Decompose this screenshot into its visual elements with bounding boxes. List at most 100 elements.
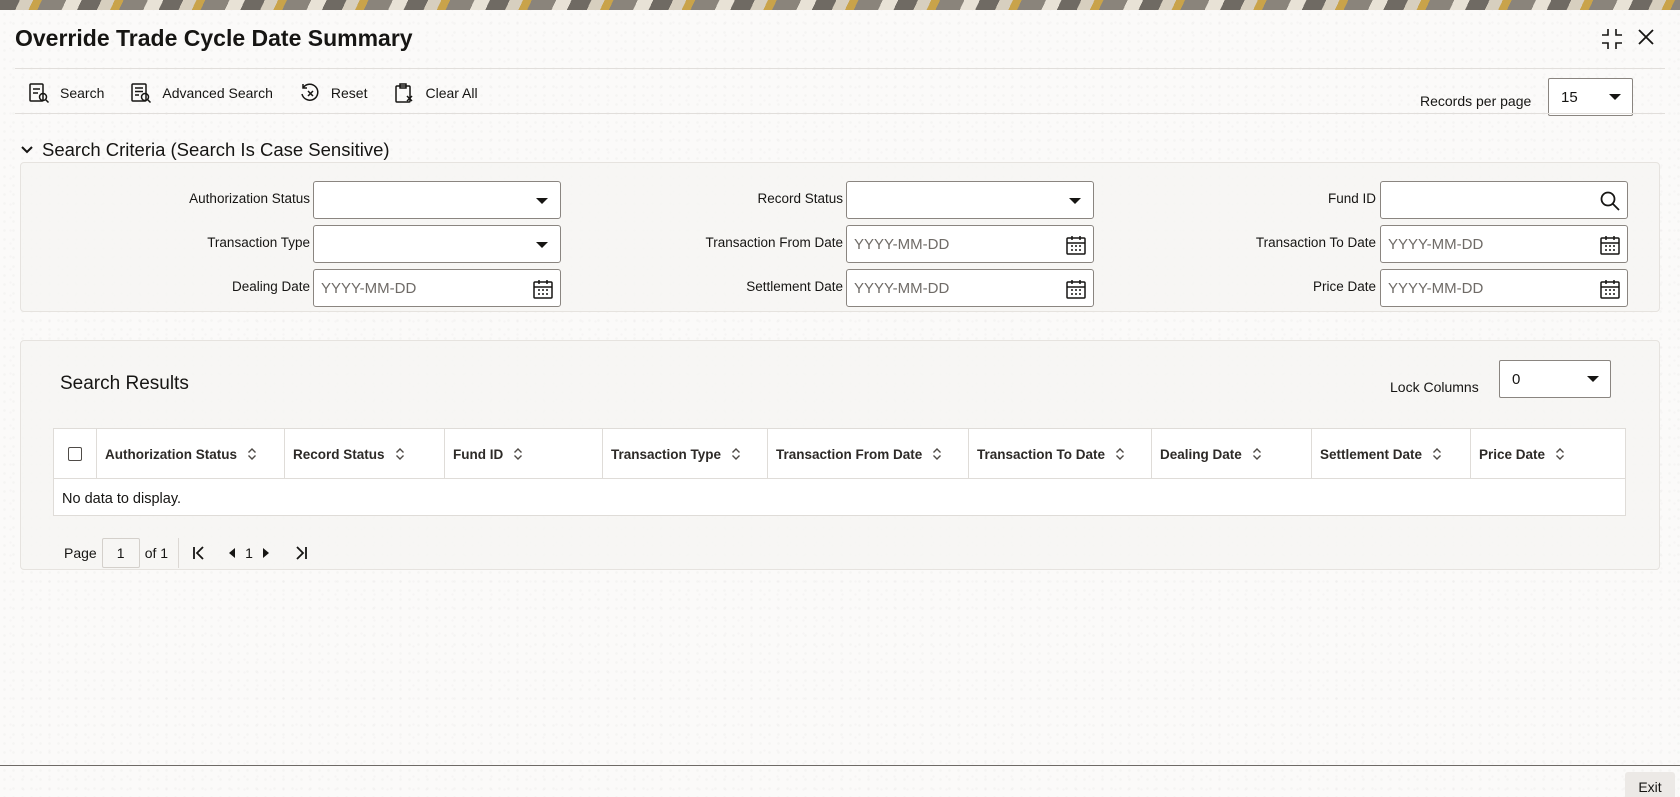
sort-icon bbox=[1116, 448, 1125, 460]
date-placeholder: YYYY-MM-DD bbox=[1388, 280, 1484, 297]
chevron-down-icon bbox=[1587, 376, 1599, 382]
maximize-icon[interactable] bbox=[1601, 28, 1623, 55]
sort-icon bbox=[1433, 448, 1442, 460]
column-header-transaction-from-date[interactable]: Transaction From Date bbox=[767, 429, 968, 479]
column-label: Transaction Type bbox=[611, 446, 722, 462]
search-button-label: Search bbox=[60, 85, 105, 101]
settlement-date-label: Settlement Date bbox=[746, 279, 843, 294]
calendar-icon bbox=[533, 280, 553, 299]
caret-right-icon bbox=[262, 548, 269, 558]
close-icon[interactable] bbox=[1637, 28, 1655, 51]
page-title: Override Trade Cycle Date Summary bbox=[15, 25, 413, 51]
next-page-button[interactable] bbox=[261, 547, 271, 559]
date-placeholder: YYYY-MM-DD bbox=[854, 236, 950, 253]
dialog-window: Override Trade Cycle Date Summary Search… bbox=[0, 10, 1680, 797]
chevron-down-icon bbox=[536, 198, 548, 204]
price-date-label: Price Date bbox=[1312, 279, 1376, 294]
column-header-dealing-date[interactable]: Dealing Date bbox=[1151, 429, 1311, 479]
exit-button[interactable]: Exit bbox=[1625, 772, 1675, 797]
record-status-select[interactable] bbox=[846, 181, 1094, 219]
select-all-checkbox[interactable] bbox=[68, 447, 82, 461]
advanced-search-icon bbox=[131, 83, 152, 104]
first-page-icon bbox=[193, 546, 204, 560]
column-label: Transaction To Date bbox=[977, 446, 1106, 462]
fund-id-input[interactable] bbox=[1380, 181, 1628, 219]
transaction-type-label: Transaction Type bbox=[207, 235, 310, 250]
search-results-heading: Search Results bbox=[60, 373, 189, 394]
column-label: Authorization Status bbox=[105, 446, 237, 462]
settlement-date-input[interactable]: YYYY-MM-DD bbox=[846, 269, 1094, 307]
sort-icon bbox=[395, 448, 404, 460]
sort-icon bbox=[248, 448, 256, 460]
lock-columns-select[interactable]: 0 bbox=[1499, 360, 1611, 398]
column-header-record-status[interactable]: Record Status bbox=[284, 429, 444, 479]
top-banner-strip bbox=[0, 0, 1680, 10]
current-page-number[interactable]: 1 bbox=[245, 545, 253, 561]
footer-divider bbox=[0, 765, 1680, 766]
calendar-icon bbox=[1066, 236, 1086, 255]
sort-icon bbox=[933, 448, 942, 460]
column-label: Fund ID bbox=[453, 446, 504, 462]
calendar-icon bbox=[1066, 280, 1086, 299]
search-criteria-panel: Authorization Status Record Status Fund … bbox=[20, 162, 1660, 312]
clear-all-button[interactable]: Clear All bbox=[393, 82, 478, 104]
table-header: Authorization Status Record Status Fund … bbox=[54, 429, 1625, 479]
title-divider bbox=[15, 68, 1665, 69]
toolbar: Search Advanced Search Reset Clear All bbox=[28, 82, 504, 104]
results-table: Authorization Status Record Status Fund … bbox=[53, 428, 1626, 516]
last-page-button[interactable] bbox=[293, 545, 309, 561]
first-page-button[interactable] bbox=[191, 545, 207, 561]
record-status-label: Record Status bbox=[757, 191, 843, 206]
empty-table-message: No data to display. bbox=[62, 491, 182, 507]
column-header-fund-id[interactable]: Fund ID bbox=[444, 429, 602, 479]
transaction-type-select[interactable] bbox=[313, 225, 561, 263]
advanced-search-button[interactable]: Advanced Search bbox=[130, 82, 273, 104]
advanced-search-label: Advanced Search bbox=[162, 85, 273, 101]
chevron-down-icon bbox=[1609, 94, 1621, 100]
dealing-date-label: Dealing Date bbox=[231, 279, 310, 294]
page-of-label: of 1 bbox=[144, 545, 169, 561]
transaction-from-date-input[interactable]: YYYY-MM-DD bbox=[846, 225, 1094, 263]
toolbar-divider bbox=[15, 113, 1665, 114]
column-header-transaction-to-date[interactable]: Transaction To Date bbox=[968, 429, 1151, 479]
column-label: Dealing Date bbox=[1160, 446, 1242, 462]
column-header-settlement-date[interactable]: Settlement Date bbox=[1311, 429, 1470, 479]
calendar-icon bbox=[1600, 236, 1620, 255]
pagination-divider bbox=[178, 538, 180, 568]
caret-left-icon bbox=[229, 548, 236, 558]
dealing-date-input[interactable]: YYYY-MM-DD bbox=[313, 269, 561, 307]
records-per-page-select[interactable]: 15 bbox=[1548, 78, 1633, 116]
column-header-price-date[interactable]: Price Date bbox=[1470, 429, 1625, 479]
previous-page-button[interactable] bbox=[227, 547, 237, 559]
sort-icon bbox=[1556, 448, 1565, 460]
sort-icon bbox=[732, 448, 741, 460]
fund-id-label: Fund ID bbox=[1327, 191, 1376, 206]
clear-all-label: Clear All bbox=[425, 85, 478, 101]
transaction-from-date-label: Transaction From Date bbox=[705, 235, 843, 250]
transaction-to-date-label: Transaction To Date bbox=[1255, 235, 1376, 250]
search-criteria-heading: Search Criteria (Search Is Case Sensitiv… bbox=[42, 139, 390, 160]
lock-columns-value: 0 bbox=[1512, 370, 1521, 388]
date-placeholder: YYYY-MM-DD bbox=[854, 280, 950, 297]
pagination: Page 1 of 1 1 bbox=[64, 538, 309, 568]
search-doc-icon bbox=[29, 83, 50, 104]
date-placeholder: YYYY-MM-DD bbox=[1388, 236, 1484, 253]
authorization-status-select[interactable] bbox=[313, 181, 561, 219]
search-button[interactable]: Search bbox=[28, 82, 104, 104]
last-page-icon bbox=[296, 546, 307, 560]
column-header-authorization-status[interactable]: Authorization Status bbox=[96, 429, 284, 479]
price-date-input[interactable]: YYYY-MM-DD bbox=[1380, 269, 1628, 307]
reset-label: Reset bbox=[330, 85, 368, 101]
authorization-status-label: Authorization Status bbox=[189, 191, 310, 206]
records-per-page-label: Records per page bbox=[1420, 93, 1532, 109]
column-label: Record Status bbox=[293, 446, 385, 462]
page-number-input[interactable]: 1 bbox=[101, 538, 140, 568]
transaction-to-date-input[interactable]: YYYY-MM-DD bbox=[1380, 225, 1628, 263]
column-label: Price Date bbox=[1479, 446, 1546, 462]
chevron-down-icon bbox=[1069, 198, 1081, 204]
reset-button[interactable]: Reset bbox=[299, 82, 368, 104]
column-label: Settlement Date bbox=[1320, 446, 1423, 462]
search-criteria-toggle[interactable]: Search Criteria (Search Is Case Sensitiv… bbox=[20, 139, 390, 161]
lock-columns-label: Lock Columns bbox=[1390, 379, 1479, 395]
column-header-transaction-type[interactable]: Transaction Type bbox=[602, 429, 767, 479]
